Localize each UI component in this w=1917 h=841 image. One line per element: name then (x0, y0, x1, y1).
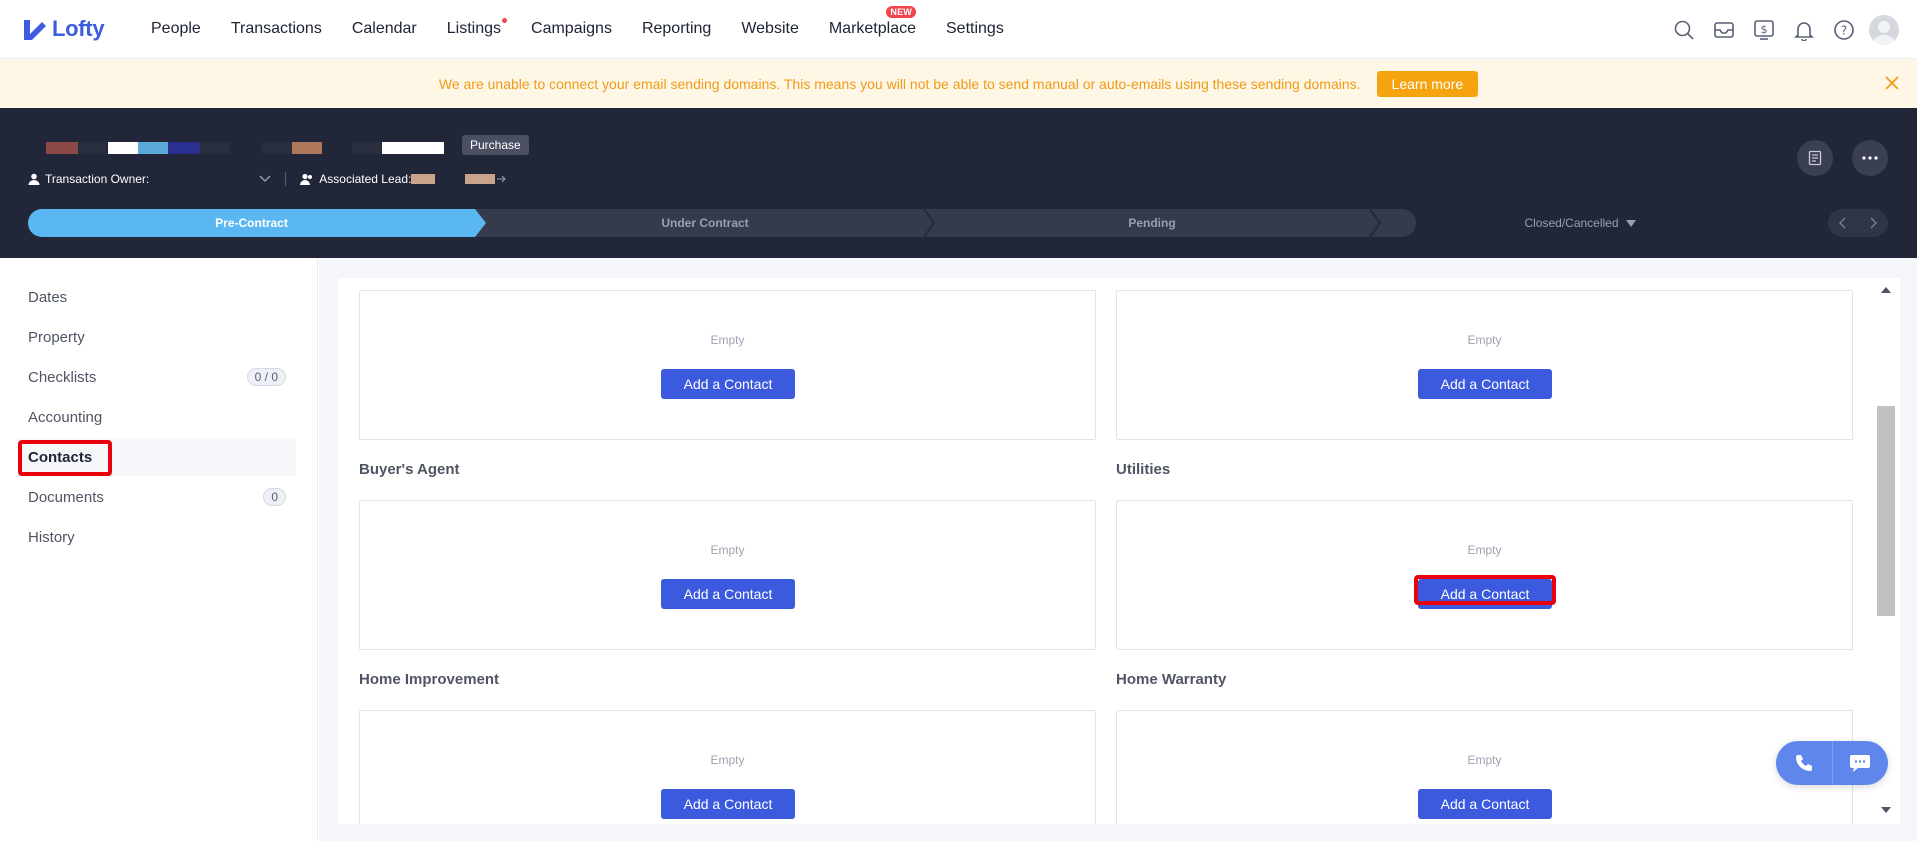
scroll-up-icon[interactable] (1880, 286, 1892, 294)
avatar[interactable] (1869, 14, 1899, 45)
sidebar-item-property[interactable]: Property (18, 318, 296, 356)
contact-card: Empty Add a Contact (1116, 290, 1853, 440)
empty-state-text: Empty (710, 543, 745, 557)
stage-under-contract[interactable]: Under Contract (486, 209, 924, 237)
stage-pipeline: Pre-Contract Under Contract Pending Clos… (28, 209, 1816, 237)
scroll-thumb[interactable] (1877, 406, 1895, 616)
chevron-down-icon[interactable] (259, 175, 271, 183)
transaction-sidebar: Dates Property Checklists 0 / 0 Accounti… (0, 258, 318, 841)
phone-icon[interactable] (1776, 741, 1832, 785)
transaction-type-tag: Purchase (462, 135, 529, 155)
sidebar-item-label: Checklists (28, 368, 97, 386)
nav-icon-group: $ ? (1657, 0, 1899, 59)
top-navigation: Lofty People Transactions Calendar Listi… (0, 0, 1917, 59)
lofty-logo[interactable]: Lofty (22, 16, 150, 42)
associated-lead-redacted[interactable] (411, 174, 436, 184)
contacts-highlight-box (18, 440, 112, 476)
nav-calendar[interactable]: Calendar (352, 20, 417, 38)
help-icon[interactable]: ? (1831, 17, 1857, 43)
nav-marketplace-label: Marketplace (828, 20, 916, 37)
inbox-icon[interactable] (1711, 17, 1737, 43)
nav-listings-label: Listings (446, 20, 502, 37)
add-buyers-agent-button[interactable]: Add a Contact (661, 579, 795, 609)
section-label-home-warranty: Home Warranty (1116, 671, 1227, 688)
sidebar-item-accounting[interactable]: Accounting (18, 398, 296, 436)
nav-transactions[interactable]: Transactions (231, 20, 322, 38)
new-badge: NEW (886, 6, 916, 18)
user-icon (28, 173, 40, 185)
add-home-improvement-button[interactable]: Add a Contact (661, 789, 795, 819)
nav-website[interactable]: Website (741, 20, 799, 38)
empty-state-text: Empty (710, 333, 745, 347)
notification-dot (502, 18, 508, 23)
sidebar-item-history[interactable]: History (18, 518, 296, 556)
buyers-agent-card: Empty Add a Contact (359, 500, 1096, 650)
caret-down-icon (1625, 219, 1636, 227)
notes-button[interactable] (1797, 140, 1833, 176)
add-contact-button[interactable]: Add a Contact (1418, 369, 1552, 399)
divider (285, 172, 287, 186)
lofty-logo-icon (24, 20, 46, 40)
stage-closed-label: Closed/Cancelled (1524, 216, 1619, 230)
sidebar-item-checklists[interactable]: Checklists 0 / 0 (18, 358, 296, 396)
svg-text:?: ? (1841, 23, 1847, 37)
nav-people[interactable]: People (151, 20, 201, 38)
document-count-badge: 0 (263, 488, 286, 506)
more-icon (1862, 156, 1878, 160)
billing-icon[interactable]: $ (1751, 17, 1777, 43)
stage-scroll-controls (1828, 209, 1888, 237)
transaction-owner-label: Transaction Owner: (45, 172, 150, 186)
home-improvement-card: Empty Add a Contact (359, 710, 1096, 824)
stage-pending[interactable]: Pending (934, 209, 1370, 237)
more-options-button[interactable] (1852, 140, 1888, 176)
transaction-meta-row: Transaction Owner: Associated Lead: (28, 172, 507, 186)
email-domain-warning-banner: We are unable to connect your email send… (0, 59, 1917, 108)
contacts-panel: Empty Add a Contact Empty Add a Contact … (338, 278, 1900, 824)
empty-state-text: Empty (710, 753, 745, 767)
main-nav: People Transactions Calendar Listings Ca… (151, 6, 1034, 38)
sidebar-item-dates[interactable]: Dates (18, 278, 296, 316)
chevron-right-icon[interactable] (1858, 209, 1888, 237)
app-name: Lofty (52, 16, 105, 41)
close-icon[interactable] (1883, 74, 1901, 92)
nav-reporting[interactable]: Reporting (642, 20, 711, 38)
section-label-buyers-agent: Buyer's Agent (359, 461, 460, 478)
add-home-warranty-button[interactable]: Add a Contact (1418, 789, 1552, 819)
empty-state-text: Empty (1467, 333, 1502, 347)
contact-card: Empty Add a Contact (359, 290, 1096, 440)
floating-contact-widget (1776, 741, 1888, 785)
banner-message: We are unable to connect your email send… (438, 75, 1361, 92)
empty-state-text: Empty (1467, 543, 1502, 557)
empty-state-text: Empty (1467, 753, 1502, 767)
section-label-utilities: Utilities (1116, 461, 1171, 478)
chat-icon[interactable] (1831, 741, 1889, 785)
users-icon (300, 173, 313, 185)
document-icon (1808, 150, 1822, 166)
nav-listings[interactable]: Listings (446, 18, 508, 38)
chevron-left-icon[interactable] (1828, 209, 1858, 237)
arrow-right-icon[interactable] (497, 175, 507, 183)
associated-lead-label: Associated Lead: (319, 172, 412, 186)
bell-icon[interactable] (1791, 17, 1817, 43)
nav-campaigns[interactable]: Campaigns (531, 20, 612, 38)
associated-lead-redacted-2[interactable] (465, 174, 496, 184)
svg-text:$: $ (1761, 23, 1768, 36)
checklist-count-badge: 0 / 0 (246, 368, 286, 386)
utilities-card: Empty Add a Contact (1116, 500, 1853, 650)
stage-pre-contract[interactable]: Pre-Contract (28, 209, 475, 237)
nav-marketplace[interactable]: Marketplace NEW (828, 6, 916, 38)
section-label-home-improvement: Home Improvement (359, 671, 500, 688)
scroll-down-icon[interactable] (1880, 806, 1892, 814)
learn-more-button[interactable]: Learn more (1376, 70, 1479, 97)
sidebar-item-documents[interactable]: Documents 0 (18, 478, 296, 516)
stage-closed-cancelled[interactable]: Closed/Cancelled (1380, 209, 1780, 237)
search-icon[interactable] (1671, 17, 1697, 43)
nav-settings[interactable]: Settings (946, 20, 1004, 38)
home-warranty-card: Empty Add a Contact (1116, 710, 1853, 824)
add-contact-button[interactable]: Add a Contact (661, 369, 795, 399)
utilities-add-highlight-box (1414, 575, 1556, 605)
sidebar-item-label: Documents (28, 488, 104, 506)
